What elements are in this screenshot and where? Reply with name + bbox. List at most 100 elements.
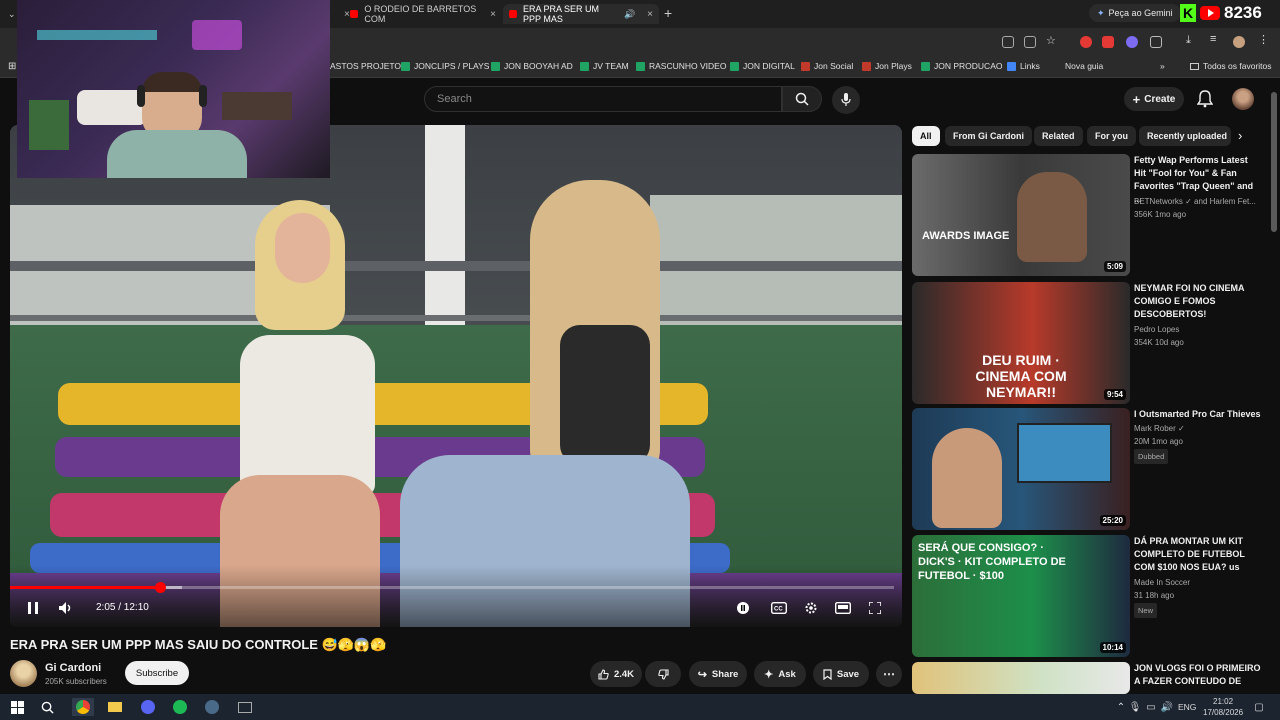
bookmark-item[interactable]: Jon Plays (862, 61, 912, 71)
close-icon[interactable]: × (647, 9, 653, 20)
windows-start-icon[interactable] (8, 698, 26, 716)
ask-button[interactable]: ✦ Ask (754, 661, 806, 687)
extension-red-icon[interactable] (1080, 36, 1092, 48)
webcam-neon-light (192, 20, 242, 50)
webcam-headphones-right (199, 85, 207, 107)
chrome-taskbar-icon[interactable] (72, 698, 94, 716)
recommendation-title[interactable]: JON VLOGS FOI O PRIMEIRO A FAZER CONTEUD… (1134, 662, 1262, 694)
chip-all[interactable]: All (912, 126, 940, 146)
subscribe-button[interactable]: Subscribe (125, 661, 189, 685)
bookmark-star-icon[interactable]: ☆ (1046, 34, 1058, 47)
autoplay-toggle[interactable] (734, 600, 752, 616)
settings-button[interactable] (802, 600, 820, 616)
clock-date: 17/08/2026 (1203, 708, 1244, 717)
close-icon[interactable]: × (490, 9, 496, 20)
bookmark-label: Nova guia (1065, 61, 1104, 71)
recommendation-thumbnail[interactable]: SERÁ QUE CONSIGO? · DICK'S · KIT COMPLET… (912, 535, 1130, 657)
tab-list-button[interactable]: ⌄ (2, 4, 16, 24)
notifications-bell-icon[interactable] (1197, 90, 1213, 108)
taskbar-clock[interactable]: 21:02 17/08/2026 (1203, 696, 1243, 718)
chip-from-channel[interactable]: From Gi Cardoni (945, 126, 1033, 146)
bookmark-item[interactable]: JON PRODUCAO (921, 61, 1002, 71)
app-taskbar-icon[interactable] (236, 698, 254, 716)
page-scrollbar[interactable] (1271, 92, 1277, 232)
like-count: 2.4K (613, 668, 635, 680)
chip-related[interactable]: Related (1034, 126, 1083, 146)
gemini-button[interactable]: ✦ Peça ao Gemini (1089, 4, 1181, 22)
recommendation-thumbnail[interactable] (912, 662, 1130, 694)
bookmark-item[interactable]: JON BOOYAH AD (491, 61, 573, 71)
pause-button[interactable] (24, 600, 42, 616)
volume-button[interactable] (57, 600, 75, 616)
cast-icon[interactable] (1024, 36, 1036, 48)
discord-taskbar-icon[interactable] (139, 698, 157, 716)
share-button[interactable]: ↪ Share (689, 661, 747, 687)
search-icon[interactable] (38, 698, 56, 716)
video-scene-person-dress (240, 335, 375, 495)
create-button[interactable]: + Create (1124, 87, 1184, 111)
recommendation-channel: Mark Rober ✓ (1134, 424, 1185, 433)
recommendation-thumbnail[interactable]: DEU RUIM · CINEMA COM NEYMAR!! 9:54 (912, 282, 1130, 404)
audio-playing-icon[interactable]: 🔊 (624, 9, 635, 20)
translate-icon[interactable] (1002, 36, 1014, 48)
chip-for-you[interactable]: For you (1087, 126, 1136, 146)
volume-tray-icon[interactable]: 🔊 (1158, 698, 1176, 716)
reading-list-icon[interactable]: ≡ (1210, 33, 1222, 45)
new-tab-button[interactable]: + (664, 5, 672, 21)
account-avatar[interactable] (1232, 88, 1254, 110)
channel-name[interactable]: Gi Cardoni (45, 662, 101, 674)
profile-avatar[interactable] (1233, 36, 1245, 48)
spotify-taskbar-icon[interactable] (171, 698, 189, 716)
steam-taskbar-icon[interactable] (203, 698, 221, 716)
bookmark-label: JON DIGITAL (743, 61, 795, 71)
bookmark-item[interactable]: JON DIGITAL (730, 61, 795, 71)
bookmark-item[interactable]: ASTOS PROJETO (330, 61, 401, 71)
bookmark-item[interactable]: JONCLIPS / PLAYS (401, 61, 489, 71)
tab-title: ERA PRA SER UM PPP MAS (523, 4, 600, 24)
search-button[interactable] (782, 86, 822, 112)
like-button[interactable]: 2.4K (590, 661, 642, 687)
video-duration: 25:20 (1099, 515, 1126, 526)
save-button[interactable]: Save (813, 661, 869, 687)
youtube-favicon-icon (509, 10, 518, 18)
menu-kebab-icon[interactable]: ⋮ (1258, 33, 1270, 46)
chip-recently-uploaded[interactable]: Recently uploaded (1139, 126, 1231, 146)
search-input[interactable]: Search (424, 86, 782, 112)
channel-avatar[interactable] (10, 660, 37, 687)
tab-rodeio[interactable]: O RODEIO DE BARRETOS COM × (344, 4, 502, 24)
recommendation-thumbnail[interactable]: 25:20 (912, 408, 1130, 530)
bookmark-item[interactable]: Jon Social (801, 61, 853, 71)
recommendation-title[interactable]: NEYMAR FOI NO CINEMA COMIGO E FOMOS DESC… (1134, 282, 1262, 321)
progress-bar[interactable] (10, 582, 894, 593)
video-player[interactable] (10, 125, 902, 627)
tab-era-pra-ser[interactable]: ERA PRA SER UM PPP MAS 🔊 × (503, 4, 659, 24)
viewer-count: 8236 (1224, 3, 1262, 22)
kick-logo-icon: K (1180, 4, 1196, 22)
bookmark-item[interactable]: Nova guia (1065, 61, 1103, 71)
notifications-tray-icon[interactable]: ▢ (1250, 698, 1268, 716)
all-bookmarks-folder[interactable]: Todos os favoritos (1190, 61, 1272, 71)
extension-purple-icon[interactable] (1126, 36, 1138, 48)
download-icon[interactable]: ⤓ (1186, 34, 1198, 46)
language-indicator[interactable]: ENG (1178, 702, 1196, 712)
recommendation-thumbnail[interactable]: AWARDS IMAGE 5:09 (912, 154, 1130, 276)
bookmark-item[interactable]: JV TEAM (580, 61, 629, 71)
more-actions-button[interactable]: ⋯ (876, 661, 902, 687)
subtitles-button[interactable]: CC (770, 600, 788, 616)
bookmark-item[interactable]: RASCUNHO VIDEO (636, 61, 726, 71)
fullscreen-button[interactable] (866, 600, 884, 616)
recommendation-title[interactable]: DÁ PRA MONTAR UM KIT COMPLETO DE FUTEBOL… (1134, 535, 1262, 574)
file-explorer-icon[interactable] (106, 698, 124, 716)
theater-mode-button[interactable] (834, 600, 852, 616)
voice-search-button[interactable] (832, 86, 860, 114)
recommendation-title[interactable]: I Outsmarted Pro Car Thieves (1134, 408, 1262, 421)
chips-next-chevron-icon[interactable]: › (1238, 128, 1242, 143)
extension-video-icon[interactable] (1102, 36, 1114, 48)
dislike-button[interactable] (645, 661, 681, 687)
bookmark-item[interactable]: Links (1007, 61, 1040, 71)
tab-title: O RODEIO DE BARRETOS COM (364, 4, 477, 24)
more-bookmarks-chevron-icon[interactable]: » (1160, 61, 1165, 71)
extensions-puzzle-icon[interactable] (1150, 36, 1162, 48)
recommendation-channel: Pedro Lopes (1134, 325, 1180, 334)
apps-grid-icon[interactable]: ⊞ (8, 61, 16, 72)
